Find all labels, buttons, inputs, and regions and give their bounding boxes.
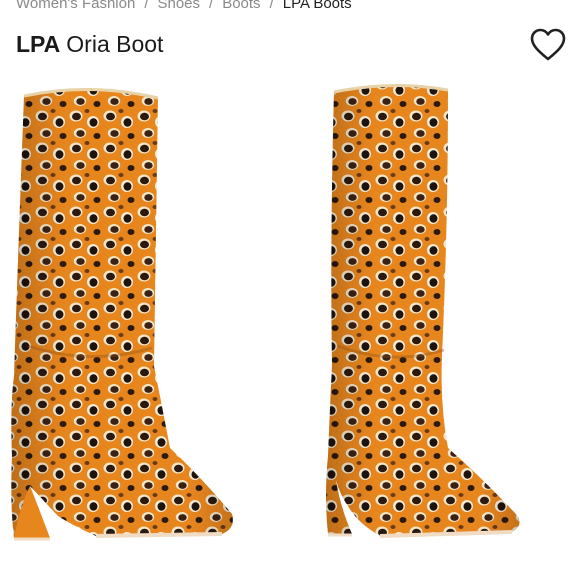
boot-right	[326, 83, 520, 538]
breadcrumb-item-boots[interactable]: Boots	[222, 0, 260, 12]
breadcrumb-separator: /	[144, 0, 149, 12]
breadcrumb-item-womens-fashion[interactable]: Women's Fashion	[16, 0, 135, 12]
boot-left	[11, 88, 233, 541]
page-title: LPA Oria Boot	[16, 31, 163, 58]
breadcrumb: Women's Fashion / Shoes / Boots / LPA Bo…	[16, 0, 352, 12]
breadcrumb-item-current[interactable]: LPA Boots	[283, 0, 352, 12]
breadcrumb-separator: /	[269, 0, 274, 12]
breadcrumb-separator: /	[209, 0, 214, 12]
product-brand[interactable]: LPA	[16, 31, 60, 57]
heart-icon[interactable]	[530, 28, 566, 62]
product-name: Oria Boot	[66, 31, 164, 57]
product-image[interactable]	[0, 76, 580, 580]
breadcrumb-item-shoes[interactable]: Shoes	[157, 0, 200, 12]
